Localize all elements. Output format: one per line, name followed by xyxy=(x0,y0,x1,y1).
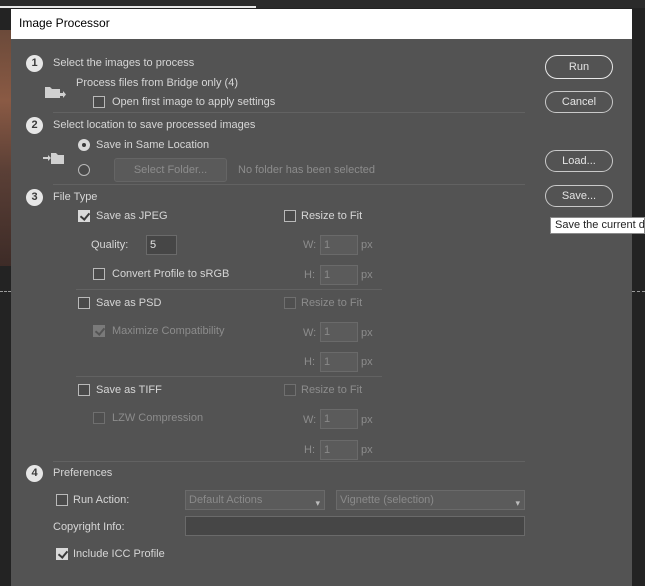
jpeg-width-unit: px xyxy=(361,239,373,251)
convert-srgb-label: Convert Profile to sRGB xyxy=(112,268,230,280)
section2-heading: Select location to save processed images xyxy=(53,119,256,131)
section3-heading: File Type xyxy=(53,191,98,203)
action-set-value: Default Actions xyxy=(189,494,263,506)
psd-resize-label: Resize to Fit xyxy=(301,297,363,309)
section1-heading: Select the images to process xyxy=(53,57,195,69)
include-icc-checkbox[interactable] xyxy=(56,548,68,560)
run-button[interactable]: Run xyxy=(545,55,613,79)
jpeg-width-input[interactable]: 1 xyxy=(320,235,358,255)
step-4-badge: 4 xyxy=(26,465,43,482)
open-first-image-label: Open first image to apply settings xyxy=(112,96,276,108)
jpeg-height-label: H: xyxy=(304,269,315,281)
section4-heading: Preferences xyxy=(53,467,113,479)
section-divider xyxy=(53,461,525,462)
step-2-badge: 2 xyxy=(26,117,43,134)
run-action-label: Run Action: xyxy=(73,494,130,506)
cancel-button[interactable]: Cancel xyxy=(545,91,613,113)
action-name-value: Vignette (selection) xyxy=(340,494,434,506)
action-set-select[interactable]: Default Actions ▾ xyxy=(185,490,325,510)
save-tiff-checkbox[interactable] xyxy=(78,384,90,396)
tiff-width-label: W: xyxy=(303,414,317,426)
filetype-divider xyxy=(76,289,382,290)
chevron-down-icon: ▾ xyxy=(315,498,320,508)
tiff-resize-label: Resize to Fit xyxy=(301,384,363,396)
load-button[interactable]: Load... xyxy=(545,150,613,172)
background-panel-strip xyxy=(0,6,256,8)
save-psd-checkbox[interactable] xyxy=(78,297,90,309)
psd-height-unit: px xyxy=(361,356,373,368)
jpeg-resize-label: Resize to Fit xyxy=(301,210,363,222)
maximize-compatibility-label: Maximize Compatibility xyxy=(112,325,225,337)
run-action-checkbox[interactable] xyxy=(56,494,68,506)
background-marquee-left xyxy=(0,291,11,292)
save-tiff-label: Save as TIFF xyxy=(96,384,162,396)
tiff-height-unit: px xyxy=(361,444,373,456)
filetype-divider xyxy=(76,376,382,377)
no-folder-text: No folder has been selected xyxy=(238,164,375,176)
save-tooltip: Save the current dia xyxy=(550,217,645,234)
save-psd-label: Save as PSD xyxy=(96,297,162,309)
psd-height-label: H: xyxy=(304,356,315,368)
save-same-location-label: Save in Same Location xyxy=(96,139,210,151)
jpeg-resize-checkbox[interactable] xyxy=(284,210,296,222)
action-name-select[interactable]: Vignette (selection) ▾ xyxy=(336,490,525,510)
psd-height-input[interactable]: 1 xyxy=(320,352,358,372)
tiff-width-input[interactable]: 1 xyxy=(320,409,358,429)
quality-input[interactable]: 5 xyxy=(146,235,177,255)
convert-srgb-checkbox[interactable] xyxy=(93,268,105,280)
open-first-image-checkbox[interactable] xyxy=(93,96,105,108)
jpeg-height-input[interactable]: 1 xyxy=(320,265,358,285)
save-button[interactable]: Save... xyxy=(545,185,613,207)
tiff-resize-checkbox[interactable] xyxy=(284,384,296,396)
jpeg-width-label: W: xyxy=(303,239,317,251)
lzw-compression-checkbox[interactable] xyxy=(93,412,105,424)
folder-arrow-icon xyxy=(45,87,66,98)
save-same-location-radio[interactable] xyxy=(78,139,90,151)
maximize-compatibility-checkbox[interactable] xyxy=(93,325,105,337)
dialog-title: Image Processor xyxy=(19,16,110,30)
psd-width-input[interactable]: 1 xyxy=(320,322,358,342)
save-jpeg-checkbox[interactable] xyxy=(78,210,90,222)
section-divider xyxy=(53,184,525,185)
step-1-badge: 1 xyxy=(26,55,43,72)
select-folder-button[interactable]: Select Folder... xyxy=(114,158,227,182)
psd-resize-checkbox[interactable] xyxy=(284,297,296,309)
select-folder-radio[interactable] xyxy=(78,164,90,176)
lzw-compression-label: LZW Compression xyxy=(112,412,204,424)
bridge-source-text: Process files from Bridge only (4) xyxy=(76,77,238,89)
quality-label: Quality: xyxy=(91,239,129,251)
section-divider xyxy=(53,112,525,113)
chevron-down-icon: ▾ xyxy=(515,498,520,508)
background-image-edge xyxy=(0,30,11,266)
tiff-height-label: H: xyxy=(304,444,315,456)
psd-width-label: W: xyxy=(303,327,317,339)
include-icc-label: Include ICC Profile xyxy=(73,548,165,560)
tiff-width-unit: px xyxy=(361,414,373,426)
jpeg-height-unit: px xyxy=(361,269,373,281)
folder-destination-icon xyxy=(43,153,64,164)
background-marquee-right xyxy=(632,291,645,292)
copyright-input[interactable] xyxy=(185,516,525,536)
copyright-label: Copyright Info: xyxy=(53,521,125,533)
tiff-height-input[interactable]: 1 xyxy=(320,440,358,460)
save-jpeg-label: Save as JPEG xyxy=(96,210,168,222)
step-3-badge: 3 xyxy=(26,189,43,206)
psd-width-unit: px xyxy=(361,327,373,339)
